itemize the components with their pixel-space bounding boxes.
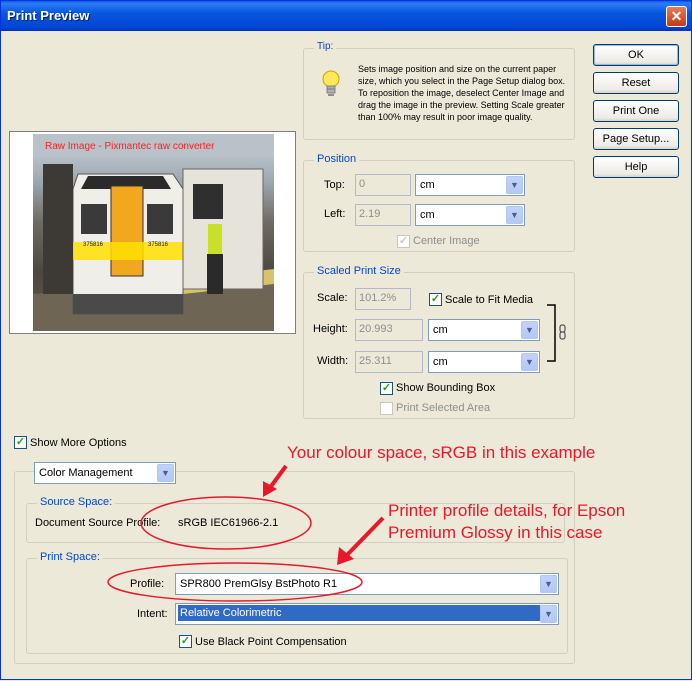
print-space-group: Print Space: Profile: SPR800 PremGlsy Bs…	[26, 551, 568, 654]
profile-label: Profile:	[130, 578, 165, 590]
black-point-checkbox[interactable]: ✓	[179, 635, 192, 648]
top-field[interactable]: 0	[355, 174, 411, 196]
source-space-legend: Source Space:	[37, 496, 116, 508]
chevron-down-icon[interactable]: ▼	[540, 575, 557, 593]
print-selected-checkbox[interactable]	[380, 402, 393, 415]
profile-select[interactable]: SPR800 PremGlsy BstPhoto R1 ▼	[175, 573, 559, 595]
printer-profile-annotation-line2: Premium Glossy in this case	[388, 523, 603, 542]
scale-field[interactable]: 101.2%	[355, 288, 411, 310]
printer-profile-annotation-line1: Printer profile details, for Epson	[388, 501, 626, 520]
print-selected-label: Print Selected Area	[396, 402, 491, 414]
print-one-button[interactable]: Print One	[593, 100, 679, 122]
top-unit-value: cm	[420, 179, 435, 191]
scaled-legend: Scaled Print Size	[314, 265, 404, 277]
document-source-profile-label: Document Source Profile:	[35, 517, 161, 529]
width-label: Width:	[317, 355, 349, 367]
show-more-options-checkbox[interactable]: ✓	[14, 436, 27, 449]
scale-to-fit-checkbox[interactable]: ✓	[429, 293, 442, 306]
height-unit-value: cm	[433, 324, 448, 336]
train-number-right: 375816	[148, 242, 169, 248]
colour-space-annotation: Your colour space, sRGB in this example	[287, 443, 596, 462]
train-image-icon	[33, 134, 274, 331]
train-number-left: 375816	[83, 242, 104, 248]
top-unit-select[interactable]: cm ▼	[415, 174, 525, 196]
show-more-options-label: Show More Options	[30, 437, 127, 449]
chevron-down-icon[interactable]: ▼	[521, 321, 538, 339]
center-image-checkbox[interactable]: ✓	[397, 235, 410, 248]
height-unit-select[interactable]: cm ▼	[428, 319, 540, 341]
profile-value: SPR800 PremGlsy BstPhoto R1	[180, 578, 338, 590]
position-legend: Position	[314, 153, 360, 165]
intent-select[interactable]: Relative Colorimetric ▼	[175, 603, 559, 625]
left-unit-value: cm	[420, 209, 435, 221]
scaled-print-size-group: Scaled Print Size Scale: 101.2% ✓ Scale …	[303, 265, 575, 419]
options-dropdown[interactable]: Color Management ▼	[34, 462, 176, 484]
options-dropdown-value: Color Management	[39, 467, 133, 479]
height-label: Height:	[313, 323, 348, 335]
bounding-box-checkbox[interactable]: ✓	[380, 382, 393, 395]
scale-label: Scale:	[317, 292, 348, 304]
width-field[interactable]: 25.311	[355, 351, 423, 373]
center-image-label: Center Image	[413, 235, 480, 247]
tip-group: Tip: Sets image position and size on the…	[303, 41, 575, 140]
help-button[interactable]: Help	[593, 156, 679, 178]
scale-to-fit-label: Scale to Fit Media	[445, 294, 534, 306]
lightbulb-icon	[322, 70, 340, 96]
left-label: Left:	[324, 208, 346, 220]
position-group: Position Top: 0 cm ▼ Left: 2.19 cm ▼ ✓ C…	[303, 153, 575, 252]
print-preview-dialog: Print Preview ✕ Tip: Sets image position…	[0, 0, 692, 680]
title-bar[interactable]: Print Preview ✕	[1, 1, 691, 31]
close-button[interactable]: ✕	[666, 6, 687, 27]
left-unit-select[interactable]: cm ▼	[415, 204, 525, 226]
width-unit-value: cm	[433, 356, 448, 368]
tip-legend: Tip:	[314, 41, 337, 52]
chevron-down-icon[interactable]: ▼	[540, 605, 557, 623]
color-management-group: Color Management ▼ Source Space: Documen…	[14, 462, 575, 664]
chevron-down-icon[interactable]: ▼	[506, 206, 523, 224]
chevron-down-icon[interactable]: ▼	[521, 353, 538, 371]
width-unit-select[interactable]: cm ▼	[428, 351, 540, 373]
document-source-profile-value: sRGB IEC61966-2.1	[178, 517, 279, 529]
print-space-legend: Print Space:	[37, 551, 103, 563]
top-label: Top:	[324, 179, 345, 191]
preview-caption: Raw Image - Pixmantec raw converter	[45, 141, 215, 152]
bounding-box-label: Show Bounding Box	[396, 382, 496, 394]
ok-button[interactable]: OK	[593, 44, 679, 66]
left-field[interactable]: 2.19	[355, 204, 411, 226]
chevron-down-icon[interactable]: ▼	[506, 176, 523, 194]
chevron-down-icon[interactable]: ▼	[157, 464, 174, 482]
intent-label: Intent:	[137, 608, 168, 620]
window-title: Print Preview	[7, 8, 90, 23]
link-proportions-icon[interactable]	[546, 303, 568, 363]
print-preview-area[interactable]: Raw Image - Pixmantec raw converter 3758…	[9, 131, 296, 334]
black-point-label: Use Black Point Compensation	[195, 636, 347, 648]
page-setup-button[interactable]: Page Setup...	[593, 128, 679, 150]
height-field[interactable]: 20.993	[355, 319, 423, 341]
reset-button[interactable]: Reset	[593, 72, 679, 94]
intent-value: Relative Colorimetric	[178, 605, 540, 621]
preview-image[interactable]: Raw Image - Pixmantec raw converter 3758…	[33, 134, 274, 331]
tip-text: Sets image position and size on the curr…	[358, 64, 566, 122]
